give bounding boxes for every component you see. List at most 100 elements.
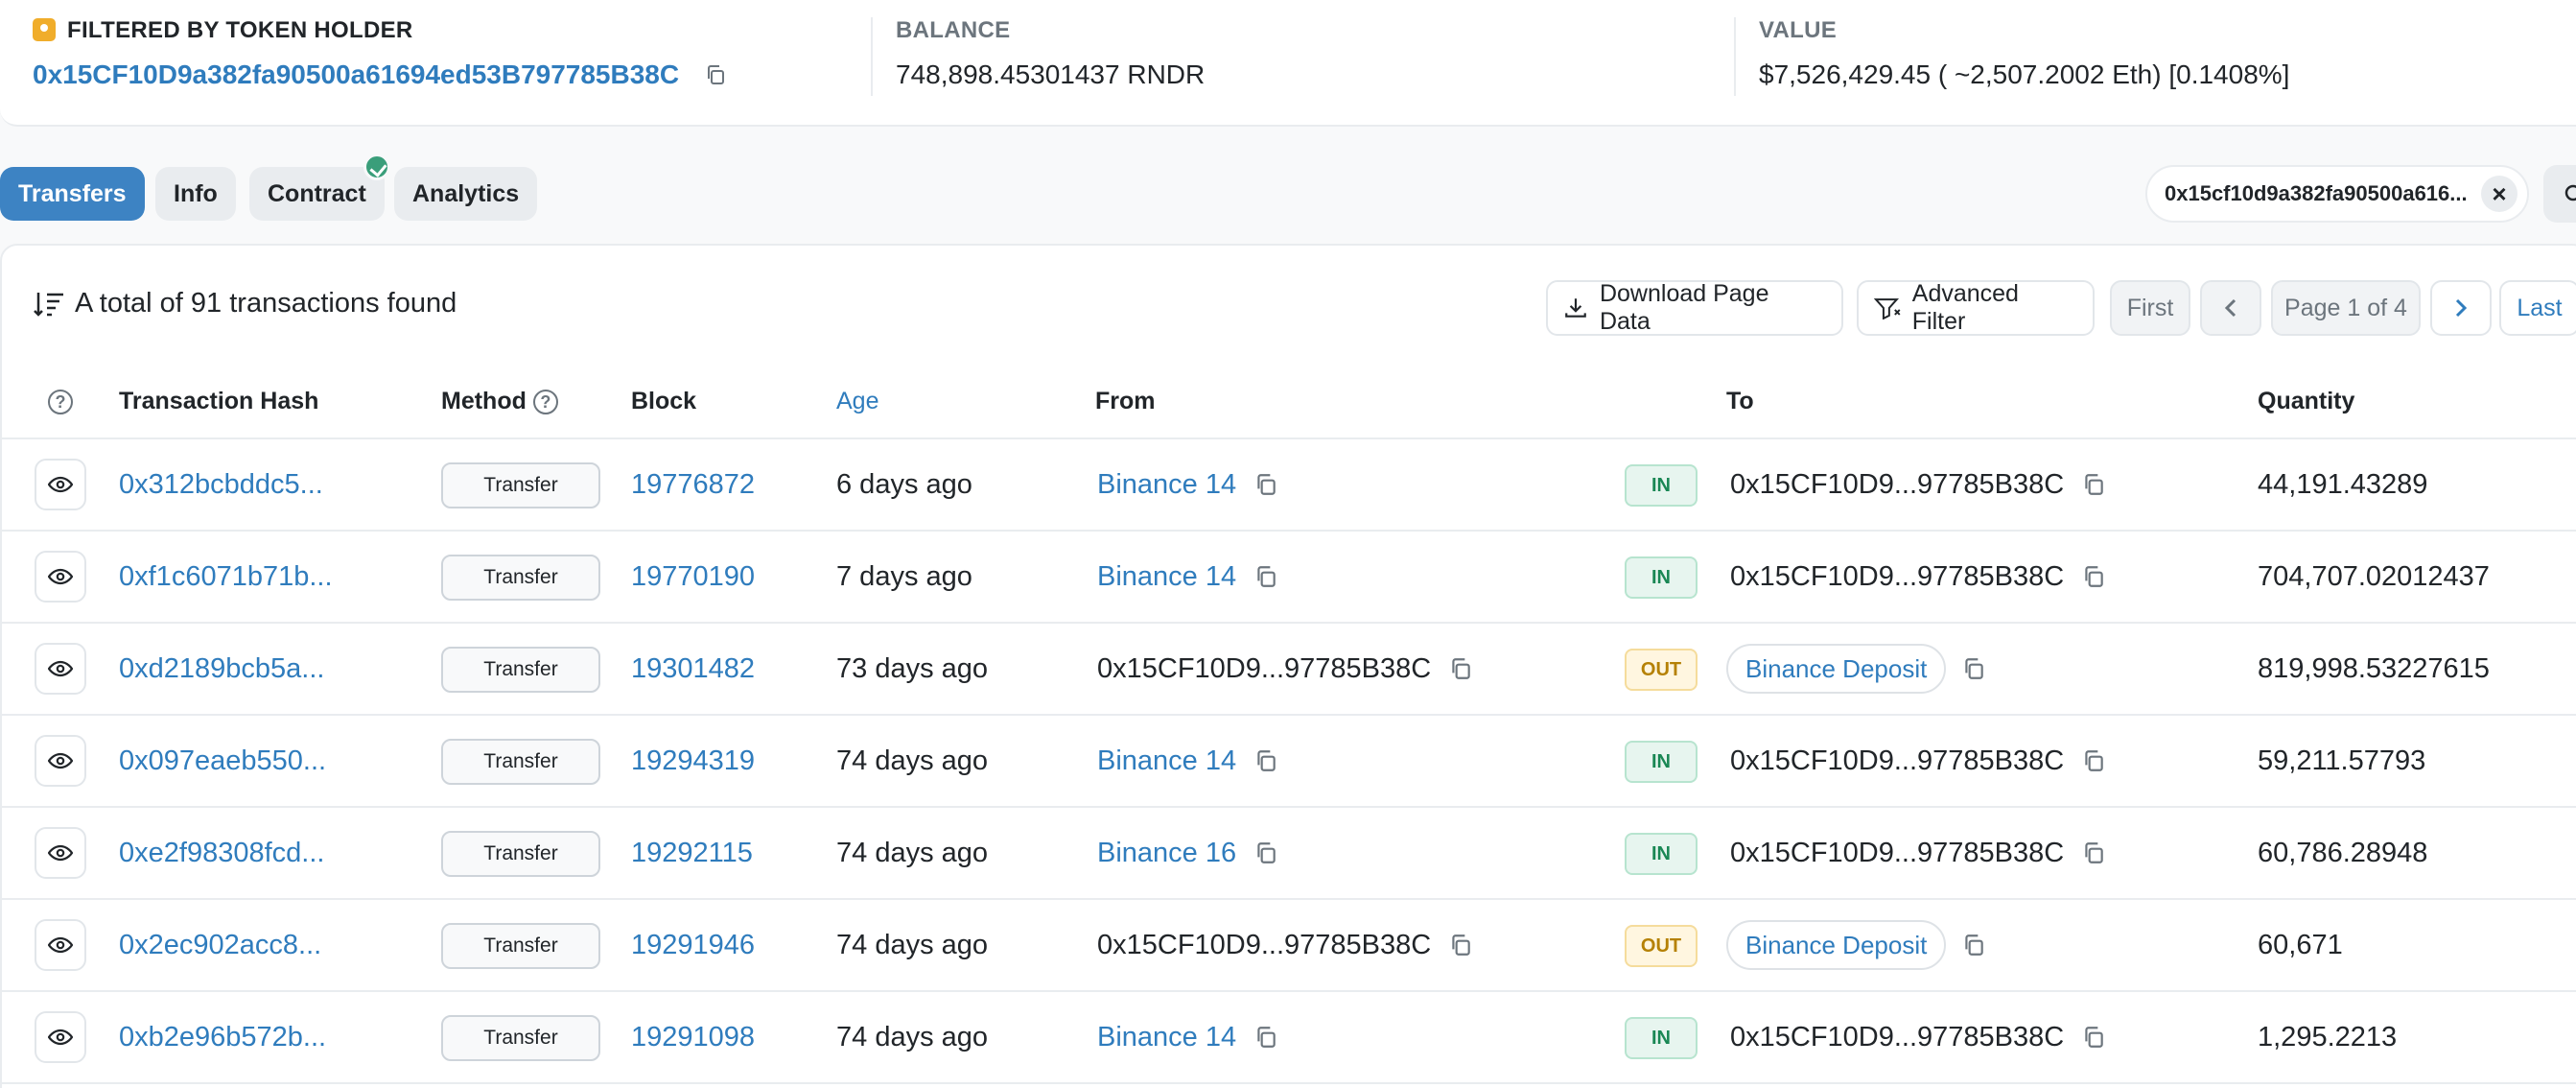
last-page-button[interactable]: Last [2499,280,2576,336]
copy-icon[interactable] [1448,656,1473,681]
from-address-link[interactable]: Binance 14 [1097,745,1236,777]
method-badge: Transfer [441,831,600,877]
eye-icon [48,752,73,769]
next-page-button[interactable] [2430,280,2492,336]
from-cell: 0x15CF10D9...97785B38C [1097,900,1473,990]
to-cell: 0x15CF10D9...97785B38C [1730,992,2106,1082]
transaction-age: 74 days ago [836,929,989,960]
from-address-link: 0x15CF10D9...97785B38C [1097,929,1432,960]
tab-contract-label: Contract [268,179,366,207]
block-number-link[interactable]: 19294319 [631,716,755,806]
holder-label-row: FILTERED BY TOKEN HOLDER [33,17,727,44]
copy-icon[interactable] [1253,748,1278,773]
preview-transaction-button[interactable] [35,735,86,787]
chevron-right-icon [2455,298,2468,318]
from-address-link[interactable]: Binance 14 [1097,469,1236,501]
previous-page-button[interactable] [2200,280,2261,336]
clear-filter-close-icon[interactable]: × [2481,176,2517,212]
advanced-filter-button[interactable]: Advanced Filter [1857,280,2095,336]
holder-address-link[interactable]: 0x15CF10D9a382fa90500a61694ed53B797785B3… [33,59,679,89]
transaction-age: 7 days ago [836,560,972,592]
block-number-link[interactable]: 19291098 [631,992,755,1082]
transaction-age: 6 days ago [836,468,972,500]
copy-icon[interactable] [2081,472,2106,497]
filter-chip-text: 0x15cf10d9a382fa90500a616... [2165,181,2468,205]
transfer-quantity: 59,211.57793 [2258,745,2426,776]
copy-icon[interactable] [704,63,727,86]
to-address: 0x15CF10D9...97785B38C [1730,745,2065,776]
method-badge: Transfer [441,555,600,601]
block-number-link[interactable]: 19291946 [631,900,755,990]
copy-icon[interactable] [1961,933,1986,958]
copy-icon[interactable] [1253,1025,1278,1050]
to-address-link[interactable]: Binance Deposit [1726,920,1947,970]
transfer-quantity: 1,295.2213 [2258,1021,2398,1053]
transaction-hash-link[interactable]: 0xd2189bcb5a... [119,624,324,714]
copy-icon[interactable] [1253,840,1278,865]
tab-transfers[interactable]: Transfers [0,167,145,221]
first-page-button[interactable]: First [2110,280,2190,336]
tab-analytics[interactable]: Analytics [394,167,538,221]
transaction-age: 73 days ago [836,652,989,684]
copy-icon[interactable] [2081,840,2106,865]
tab-info[interactable]: Info [155,167,236,221]
to-cell: 0x15CF10D9...97785B38C [1730,532,2106,622]
copy-icon[interactable] [1253,472,1278,497]
direction-badge: IN [1625,833,1698,875]
col-quantity: Quantity [2258,388,2355,414]
method-help-icon[interactable]: ? [532,390,558,414]
method-badge: Transfer [441,923,600,969]
download-label: Download Page Data [1599,280,1769,335]
block-number-link[interactable]: 19301482 [631,624,755,714]
preview-transaction-button[interactable] [35,643,86,695]
preview-transaction-button[interactable] [35,551,86,603]
transaction-hash-link[interactable]: 0x097eaeb550... [119,716,326,806]
row-preview-help-icon[interactable]: ? [48,388,73,415]
method-badge: Transfer [441,739,600,785]
preview-transaction-button[interactable] [35,1011,86,1063]
value-column: VALUE $7,526,429.45 ( ~2,507.2002 Eth) [… [1759,17,2289,90]
search-button[interactable] [2543,165,2576,223]
transaction-hash-link[interactable]: 0x2ec902acc8... [119,900,321,990]
from-cell: Binance 14 [1097,439,1278,530]
sort-icon [34,292,63,317]
copy-icon[interactable] [1448,933,1473,958]
transfer-quantity: 44,191.43289 [2258,468,2428,500]
block-number-link[interactable]: 19770190 [631,532,755,622]
copy-icon[interactable] [2081,1025,2106,1050]
table-row: 0xe2f98308fcd... Transfer 19292115 74 days … [2,808,2576,900]
block-number-link[interactable]: 19292115 [631,808,753,898]
method-badge: Transfer [441,1015,600,1061]
col-age-toggle[interactable]: Age [836,388,878,415]
from-address-link[interactable]: Binance 14 [1097,561,1236,593]
eye-icon [48,568,73,585]
copy-icon[interactable] [2081,748,2106,773]
transaction-hash-link[interactable]: 0x312bcbddc5... [119,439,323,530]
verified-check-icon [363,154,390,180]
copy-icon[interactable] [1253,564,1278,589]
to-cell: 0x15CF10D9...97785B38C [1730,439,2106,530]
download-icon [1565,298,1586,318]
from-address-link: 0x15CF10D9...97785B38C [1097,652,1432,684]
col-from: From [1095,388,1156,414]
transaction-age: 74 days ago [836,745,989,776]
to-address-link[interactable]: Binance Deposit [1726,644,1947,694]
from-address-link[interactable]: Binance 16 [1097,838,1236,869]
col-to: To [1726,388,1754,414]
from-cell: Binance 14 [1097,992,1278,1082]
download-page-data-button[interactable]: Download Page Data [1546,280,1843,336]
block-number-link[interactable]: 19776872 [631,439,755,530]
copy-icon[interactable] [2081,564,2106,589]
preview-transaction-button[interactable] [35,919,86,971]
tab-contract[interactable]: Contract [249,154,390,221]
transaction-hash-link[interactable]: 0xf1c6071b71b... [119,532,333,622]
transaction-hash-link[interactable]: 0xe2f98308fcd... [119,808,324,898]
from-address-link[interactable]: Binance 14 [1097,1022,1236,1053]
copy-icon[interactable] [1961,656,1986,681]
address-tag-icon [33,18,56,41]
preview-transaction-button[interactable] [35,827,86,879]
balance-column: BALANCE 748,898.45301437 RNDR [896,17,1205,90]
table-row: 0x2ec902acc8... Transfer 19291946 74 days a… [2,900,2576,992]
transaction-hash-link[interactable]: 0xb2e96b572b... [119,992,326,1082]
preview-transaction-button[interactable] [35,459,86,510]
